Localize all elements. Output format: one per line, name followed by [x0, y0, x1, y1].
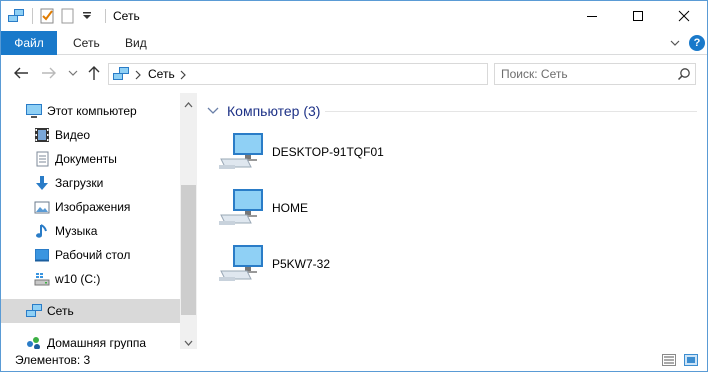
- sidebar-item-desktop[interactable]: Рабочий стол: [1, 243, 180, 267]
- chevron-down-icon: [68, 70, 78, 76]
- close-button[interactable]: [661, 1, 707, 31]
- sidebar-item-drive-c[interactable]: w10 (C:): [1, 267, 180, 291]
- minimize-button[interactable]: [569, 1, 615, 31]
- back-arrow-icon: [14, 67, 28, 79]
- sidebar-item-label: Музыка: [55, 224, 98, 238]
- network-icon[interactable]: [7, 7, 25, 25]
- network-computer-icon: [217, 185, 265, 232]
- breadcrumb-network[interactable]: Сеть: [148, 67, 175, 81]
- desktop-icon: [33, 246, 51, 264]
- computer-name: P5KW7-32: [272, 257, 331, 271]
- drive-icon: [33, 270, 51, 288]
- details-view-icon: [662, 354, 676, 366]
- sidebar-item-label: Рабочий стол: [55, 248, 131, 262]
- recent-locations-button[interactable]: [64, 64, 82, 82]
- maximize-button[interactable]: [615, 1, 661, 31]
- navigation-bar: Сеть: [1, 55, 707, 93]
- network-icon: [25, 302, 43, 320]
- sidebar-item-pictures[interactable]: Изображения: [1, 195, 180, 219]
- computer-name: DESKTOP-91TQF01: [272, 145, 384, 159]
- sidebar-item-video[interactable]: Видео: [1, 123, 180, 147]
- sidebar-item-music[interactable]: Музыка: [1, 219, 180, 243]
- sidebar-item-label: Изображения: [55, 200, 131, 214]
- large-icons-view-button[interactable]: [683, 353, 699, 367]
- customize-toolbar-icon[interactable]: [78, 7, 96, 25]
- sidebar-item-label: Видео: [55, 128, 91, 142]
- group-title: Компьютер (3): [227, 103, 321, 119]
- sidebar-item-this-pc[interactable]: Этот компьютер: [1, 99, 180, 123]
- breadcrumb-chevron-icon[interactable]: [134, 69, 142, 83]
- quick-access-toolbar: [7, 6, 98, 26]
- computer-item[interactable]: HOME: [217, 185, 477, 235]
- sidebar-item-label: Этот компьютер: [47, 104, 137, 118]
- close-icon: [678, 10, 690, 22]
- scrollbar-thumb[interactable]: [181, 185, 196, 315]
- computer-item[interactable]: DESKTOP-91TQF01: [217, 129, 477, 179]
- navigation-pane: Этот компьютер Видео Документы Загрузки …: [1, 93, 197, 349]
- title-separator: [105, 9, 106, 23]
- up-arrow-icon: [88, 66, 100, 80]
- large-icons-view-icon: [684, 354, 698, 366]
- back-button[interactable]: [12, 64, 30, 82]
- forward-arrow-icon: [42, 67, 56, 79]
- pictures-icon: [33, 198, 51, 216]
- group-header[interactable]: Компьютер (3): [207, 101, 320, 121]
- network-icon: [112, 66, 130, 85]
- new-folder-icon[interactable]: [58, 7, 76, 25]
- properties-icon[interactable]: [38, 7, 56, 25]
- video-icon: [33, 126, 51, 144]
- up-button[interactable]: [85, 64, 103, 82]
- sidebar-scrollbar[interactable]: [180, 93, 197, 349]
- address-bar[interactable]: Сеть: [108, 63, 584, 85]
- music-icon: [33, 222, 51, 240]
- downloads-icon: [33, 174, 51, 192]
- sidebar-item-label: Сеть: [47, 304, 74, 318]
- network-computer-icon: [217, 241, 265, 288]
- scroll-up-icon[interactable]: [184, 97, 193, 111]
- sidebar-item-documents[interactable]: Документы: [1, 147, 180, 171]
- search-icon[interactable]: [677, 67, 691, 84]
- computer-item[interactable]: P5KW7-32: [217, 241, 477, 291]
- documents-icon: [33, 150, 51, 168]
- computer-icon: [25, 102, 43, 120]
- search-input[interactable]: [501, 66, 671, 82]
- help-button[interactable]: ?: [689, 35, 705, 51]
- title-bar: Сеть: [1, 1, 707, 31]
- homegroup-icon: [25, 334, 43, 349]
- ribbon-tabs: Файл Сеть Вид ?: [1, 31, 707, 55]
- forward-button[interactable]: [40, 64, 58, 82]
- minimize-icon: [587, 16, 597, 17]
- search-box[interactable]: [494, 63, 696, 85]
- tab-view[interactable]: Вид: [125, 31, 147, 55]
- file-list: Компьютер (3) DESKTOP-91TQF01 HOME P5KW7…: [197, 93, 707, 349]
- sidebar-item-homegroup[interactable]: Домашняя группа: [1, 331, 180, 349]
- explorer-window: Сеть Файл Сеть Вид ? Сеть Поиск: Сеть Эт…: [0, 0, 708, 372]
- expand-ribbon-icon[interactable]: [669, 37, 681, 52]
- details-view-button[interactable]: [661, 353, 677, 367]
- window-title: Сеть: [113, 9, 140, 23]
- toolbar-separator: [32, 8, 33, 24]
- breadcrumb-chevron-icon[interactable]: [179, 69, 187, 83]
- sidebar-item-network[interactable]: Сеть: [1, 299, 180, 323]
- maximize-icon: [633, 11, 643, 21]
- sidebar-item-downloads[interactable]: Загрузки: [1, 171, 180, 195]
- tab-network[interactable]: Сеть: [73, 31, 100, 55]
- sidebar-item-label: Документы: [55, 152, 117, 166]
- sidebar-item-label: w10 (C:): [55, 272, 101, 286]
- scroll-down-icon[interactable]: [184, 336, 193, 349]
- item-count: Элементов: 3: [15, 353, 91, 367]
- sidebar-item-label: Домашняя группа: [47, 336, 147, 349]
- status-bar: Элементов: 3: [1, 349, 707, 371]
- group-divider: [325, 111, 697, 112]
- computer-name: HOME: [272, 201, 308, 215]
- sidebar-item-label: Загрузки: [55, 176, 104, 190]
- network-computer-icon: [217, 129, 265, 176]
- collapse-chevron-icon[interactable]: [207, 104, 219, 118]
- tab-file[interactable]: Файл: [1, 31, 57, 55]
